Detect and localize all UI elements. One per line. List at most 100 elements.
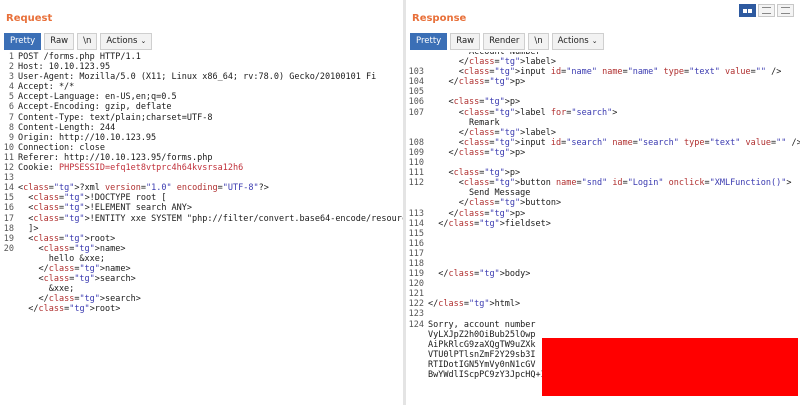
request-code-text: Content-Length: 244 <box>18 122 116 133</box>
response-code-text: </class="tg">p> <box>428 147 526 158</box>
response-code-text: <class="tg">p> <box>428 97 521 108</box>
response-line: 116 <box>406 239 800 249</box>
request-code-text: Content-Type: text/plain;charset=UTF-8 <box>18 112 213 123</box>
request-line: 15 <class="tg">!DOCTYPE root [ <box>0 193 403 203</box>
response-actions-label: Actions <box>557 36 589 46</box>
redaction-box <box>542 338 798 396</box>
line-number: 119 <box>408 269 424 280</box>
line-number: 108 <box>408 137 424 148</box>
line-number: 115 <box>408 228 424 239</box>
response-tab-raw[interactable]: Raw <box>450 33 481 50</box>
response-line: 107 <class="tg">label for="search"> <box>406 108 800 118</box>
request-code-text: Cookie: PHPSESSID=efq1et8vtprc4h64kvsrsa… <box>18 163 244 174</box>
response-line: 106 <class="tg">p> <box>406 97 800 107</box>
response-line: Send Message <box>406 188 800 198</box>
request-code-text: Host: 10.10.123.95 <box>18 62 111 73</box>
response-line: 105 <box>406 87 800 97</box>
line-number: 107 <box>408 107 424 118</box>
response-line: 109 </class="tg">p> <box>406 148 800 158</box>
response-tab-newline[interactable]: \n <box>528 33 549 50</box>
response-line: 123 <box>406 309 800 319</box>
request-line: 4 Accept: */* <box>0 82 403 92</box>
response-line: </class="tg">label> <box>406 57 800 67</box>
request-code-text: Connection: close <box>18 142 105 153</box>
chevron-down-icon: ⌄ <box>140 37 147 45</box>
line-number: 10 <box>3 142 14 153</box>
line-number: 12 <box>3 163 14 174</box>
line-number: 8 <box>8 122 14 133</box>
line-number: 17 <box>3 213 14 224</box>
request-tab-raw[interactable]: Raw <box>44 33 75 50</box>
request-line: 13 <box>0 173 403 183</box>
response-code-text: </class="tg">p> <box>428 77 526 88</box>
request-code-text: User-Agent: Mozilla/5.0 (X11; Linux x86_… <box>18 72 377 83</box>
request-line: </class="tg">root> <box>0 304 403 314</box>
response-code-text: <class="tg">button name="snd" id="Login"… <box>428 178 792 189</box>
line-number: 110 <box>408 158 424 169</box>
request-title: Request <box>6 13 53 24</box>
line-number: 122 <box>408 299 424 310</box>
line-number: 13 <box>3 173 14 184</box>
request-line: </class="tg">name> <box>0 264 403 274</box>
response-line: 111 <class="tg">p> <box>406 168 800 178</box>
request-tab-pretty[interactable]: Pretty <box>4 33 42 50</box>
layout-vertical-icon[interactable] <box>777 4 794 17</box>
response-tabbar: Pretty Raw Render \n Actions ⌄ <box>410 33 607 50</box>
response-actions-dropdown[interactable]: Actions ⌄ <box>551 33 604 50</box>
request-line: <class="tg">search> <box>0 274 403 284</box>
line-number: 118 <box>408 258 424 269</box>
line-number: 123 <box>408 309 424 320</box>
line-number: 109 <box>408 147 424 158</box>
request-code-text: Accept: */* <box>18 82 75 93</box>
layout-split-icon[interactable] <box>739 4 756 17</box>
line-number: 104 <box>408 77 424 88</box>
response-line: 124 Sorry, account number <box>406 320 800 330</box>
line-number: 114 <box>408 218 424 229</box>
request-editor[interactable]: 1 POST /forms.php HTTP/1.1 2 Host: 10.10.12… <box>0 52 403 405</box>
request-code-text: <class="tg">root> <box>18 233 116 244</box>
request-line: 9 Origin: http://10.10.123.95 <box>0 133 403 143</box>
response-line: Remark <box>406 118 800 128</box>
request-code-text: Referer: http://10.10.123.95/forms.php <box>18 152 213 163</box>
request-line: 16 <class="tg">!ELEMENT search ANY> <box>0 203 403 213</box>
request-line: 12 Cookie: PHPSESSID=efq1et8vtprc4h64kvsr… <box>0 163 403 173</box>
response-code-text: AiPkRlcG9zaXQgTW9uZXk <box>428 339 536 350</box>
response-code-text: <class="tg">p> <box>428 168 521 179</box>
request-tabbar: Pretty Raw \n Actions ⌄ <box>4 33 155 50</box>
request-line: 3 User-Agent: Mozilla/5.0 (X11; Linux x86… <box>0 72 403 82</box>
response-code-text: Sorry, account number <box>428 319 536 330</box>
response-line: 115 <box>406 229 800 239</box>
request-line: 19 <class="tg">root> <box>0 234 403 244</box>
request-actions-dropdown[interactable]: Actions ⌄ <box>100 33 153 50</box>
response-code-text: </class="tg">button> <box>428 198 562 209</box>
response-code-text: </class="tg">label> <box>428 57 556 68</box>
response-tab-render[interactable]: Render <box>483 33 526 50</box>
chevron-down-icon: ⌄ <box>591 37 598 45</box>
request-line: 18 ]> <box>0 224 403 234</box>
request-actions-label: Actions <box>106 36 138 46</box>
request-tab-newline[interactable]: \n <box>77 33 98 50</box>
line-number: 20 <box>3 243 14 254</box>
line-number: 2 <box>8 62 14 73</box>
layout-horizontal-icon[interactable] <box>758 4 775 17</box>
request-code-text: <class="tg">name> <box>18 243 126 254</box>
line-number: 3 <box>8 72 14 83</box>
line-number: 113 <box>408 208 424 219</box>
response-tab-pretty[interactable]: Pretty <box>410 33 448 50</box>
request-code-text: Accept-Language: en-US,en;q=0.5 <box>18 92 177 103</box>
request-code-text: Accept-Encoding: gzip, deflate <box>18 102 172 113</box>
line-number: 14 <box>3 183 14 194</box>
request-code-text: <class="tg">!ELEMENT search ANY> <box>18 203 193 214</box>
response-line: 121 <box>406 289 800 299</box>
request-code-text: ]> <box>18 223 39 234</box>
line-number: 11 <box>3 152 14 163</box>
response-line: </class="tg">label> <box>406 128 800 138</box>
response-line: 122 </class="tg">html> <box>406 299 800 309</box>
line-number: 5 <box>8 92 14 103</box>
line-number: 7 <box>8 112 14 123</box>
response-line: 117 <box>406 249 800 259</box>
request-line: &xxe; <box>0 284 403 294</box>
request-line: 1 POST /forms.php HTTP/1.1 <box>0 52 403 62</box>
request-code-text: <class="tg">!ENTITY xxe SYSTEM "php://fi… <box>18 213 403 224</box>
response-line: 114 </class="tg">fieldset> <box>406 219 800 229</box>
